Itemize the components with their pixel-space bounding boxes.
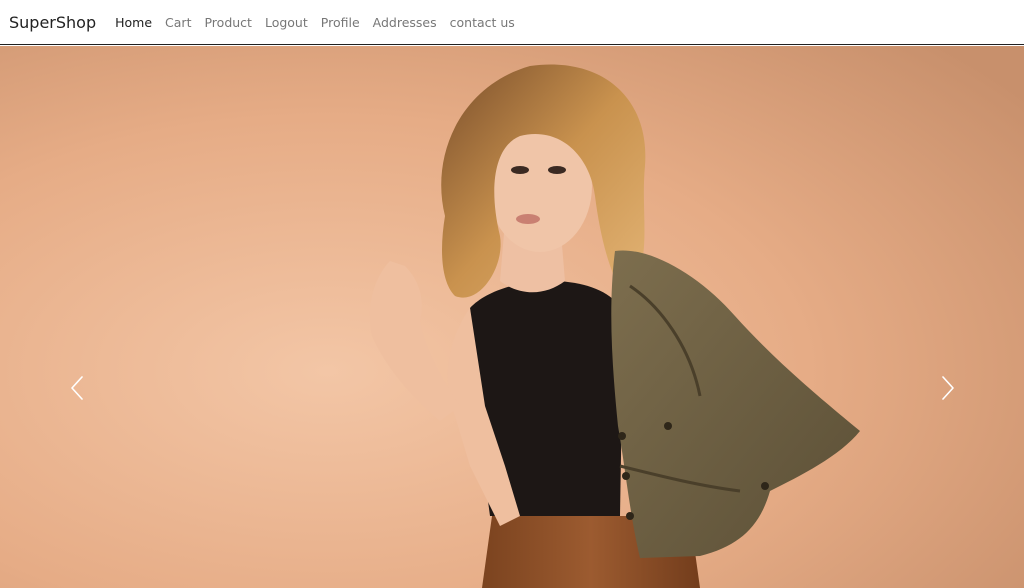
brand-logo-link[interactable]: SuperShop — [9, 13, 96, 32]
nav-link-cart[interactable]: Cart — [165, 15, 191, 30]
nav-link-home[interactable]: Home — [115, 15, 152, 30]
carousel-prev-button[interactable] — [63, 364, 91, 412]
carousel-slide-image — [0, 46, 1024, 588]
hero-carousel — [0, 46, 1024, 588]
chevron-left-icon — [71, 376, 83, 400]
nav-link-addresses[interactable]: Addresses — [373, 15, 437, 30]
nav-link-contact-us[interactable]: contact us — [450, 15, 515, 30]
nav-link-product[interactable]: Product — [204, 15, 251, 30]
carousel-next-button[interactable] — [934, 364, 962, 412]
nav-link-profile[interactable]: Profile — [321, 15, 360, 30]
nav-links: Home Cart Product Logout Profile Address… — [115, 15, 528, 30]
chevron-right-icon — [942, 376, 954, 400]
nav-link-logout[interactable]: Logout — [265, 15, 308, 30]
top-navbar: SuperShop Home Cart Product Logout Profi… — [0, 0, 1024, 45]
